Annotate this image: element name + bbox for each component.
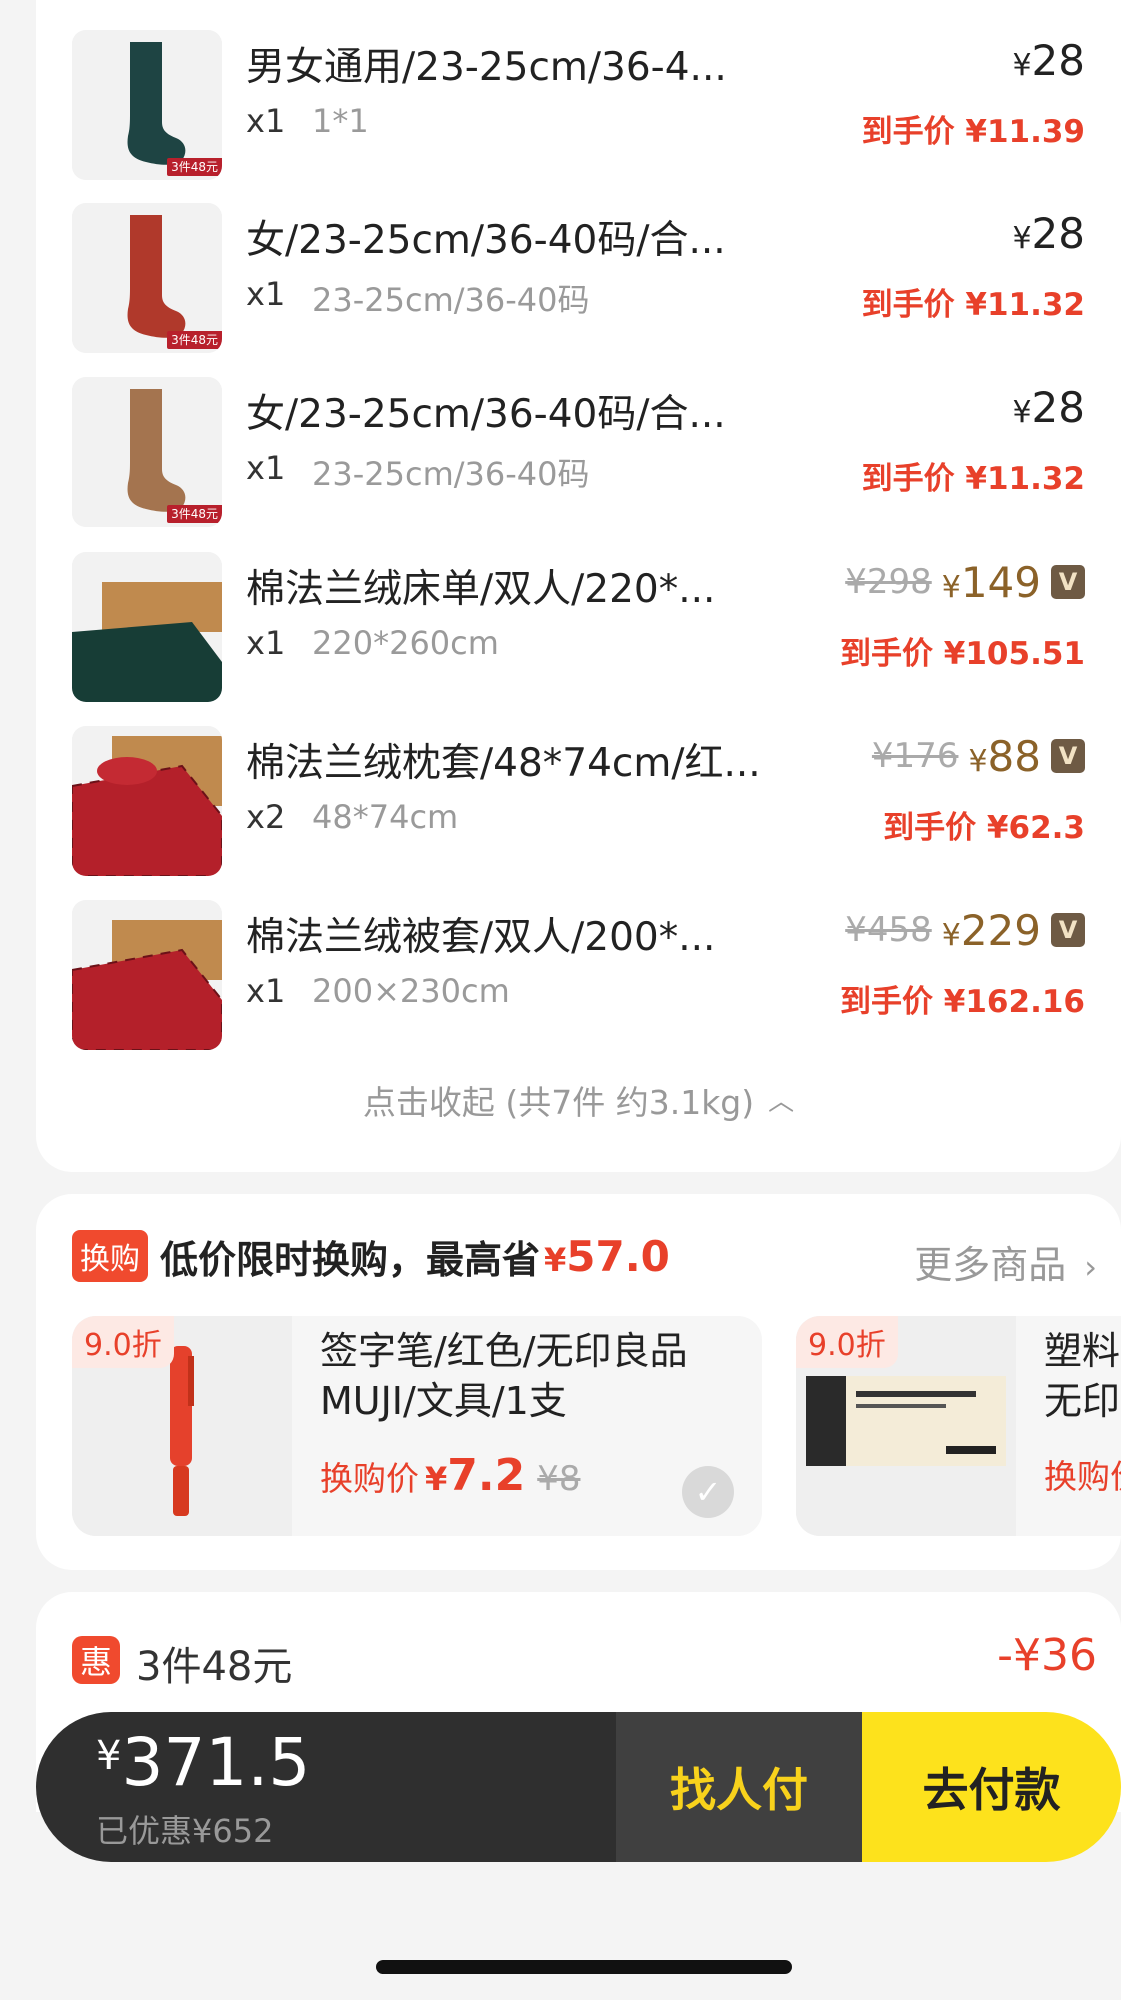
item-price: ¥149 [941, 557, 1041, 607]
item-spec: 48*74cm [312, 798, 459, 836]
collapse-label: 点击收起 (共7件 约3.1kg) [362, 1083, 755, 1122]
item-spec: 1*1 [312, 102, 369, 140]
discount-badge: 惠 [72, 1636, 120, 1684]
item-title: 女/23-25cm/36-40码/合... [246, 218, 726, 263]
collapse-toggle[interactable]: 点击收起 (共7件 约3.1kg) ︿ [36, 1076, 1121, 1124]
original-price: ¥298 [845, 562, 932, 602]
order-item[interactable]: 棉法兰绒被套/双人/200*... x1 200×230cm ¥458 ¥229… [72, 900, 1121, 1050]
product-thumbnail: 3件48元 [72, 203, 222, 353]
swap-price-label: 换购价 [320, 1459, 419, 1498]
item-title: 棉法兰绒枕套/48*74cm/红... [246, 741, 761, 786]
order-items-card: 3件48元 男女通用/23-25cm/36-4... x1 1*1 ¥28 到手… [36, 0, 1121, 1172]
item-price: ¥28 [1012, 208, 1085, 258]
vip-icon: V [1051, 739, 1085, 773]
original-price: ¥176 [871, 736, 959, 776]
item-spec: 23-25cm/36-40码 [312, 455, 590, 493]
swap-price-value: ¥7.2 [425, 1450, 526, 1501]
total-area: ¥371.5 已优惠¥652 [36, 1712, 616, 1862]
final-price: 到手价 ¥11.32 [861, 287, 1085, 323]
item-spec: 200×230cm [312, 972, 510, 1010]
swap-headline: 低价限时换购，最高省 [160, 1237, 541, 1282]
discount-amount: -¥36 [997, 1630, 1097, 1681]
item-spec: 23-25cm/36-40码 [312, 281, 590, 319]
discount-label: 3件48元 [136, 1644, 293, 1690]
swap-badge: 换购 [72, 1230, 148, 1282]
promo-tag: 3件48元 [167, 505, 222, 523]
original-price: ¥458 [845, 910, 932, 950]
swap-max-saving: ¥57.0 [544, 1231, 670, 1281]
product-thumbnail [72, 726, 222, 876]
price-line: ¥458 ¥229 V [845, 904, 1085, 956]
item-spec: 220*260cm [312, 624, 499, 662]
final-price: 到手价 ¥11.32 [861, 461, 1085, 497]
more-products-link[interactable]: 更多商品 › [914, 1234, 1097, 1289]
item-price: ¥229 [941, 905, 1041, 955]
item-qty: x2 [246, 798, 286, 836]
price-line: ¥28 [1012, 207, 1085, 259]
checkout-page: 3件48元 男女通用/23-25cm/36-4... x1 1*1 ¥28 到手… [0, 0, 1121, 2000]
saved-amount: 已优惠¥652 [96, 1812, 274, 1850]
chevron-up-icon: ︿ [768, 1087, 795, 1117]
final-price: 到手价 ¥11.39 [861, 114, 1085, 150]
chevron-right-icon: › [1084, 1248, 1097, 1286]
product-thumbnail: 3件48元 [72, 30, 222, 180]
final-price: 到手价 ¥62.3 [883, 810, 1085, 846]
more-products-label: 更多商品 [914, 1243, 1067, 1287]
vip-icon: V [1051, 565, 1085, 599]
swap-price-label: 换购价 [1044, 1457, 1121, 1496]
checkout-bar: ¥371.5 已优惠¥652 找人付 去付款 [36, 1712, 1121, 1862]
swap-item-title: 塑料橡皮/无印良品 [1044, 1329, 1121, 1423]
order-item[interactable]: 3件48元 女/23-25cm/36-40码/合... x1 23-25cm/3… [72, 203, 1121, 353]
price-line: ¥298 ¥149 V [845, 556, 1085, 608]
swap-header: 换购 低价限时换购，最高省 ¥57.0 [72, 1230, 670, 1282]
swap-item[interactable]: 9.0折 签字笔/红色/无印良品 MUJI/文具/1支 换购价 ¥7.2 ¥8 ✓ [72, 1316, 762, 1536]
item-price: ¥88 [968, 731, 1041, 781]
item-qty: x1 [246, 972, 286, 1010]
swap-price: 换购价 ¥7.2 ¥8 [320, 1450, 580, 1501]
item-qty: x1 [246, 449, 286, 487]
order-item[interactable]: 3件48元 女/23-25cm/36-40码/合... x1 23-25cm/3… [72, 377, 1121, 527]
item-title: 女/23-25cm/36-40码/合... [246, 392, 726, 437]
item-price: ¥28 [1012, 35, 1085, 85]
final-price: 到手价 ¥105.51 [840, 636, 1085, 672]
total-price: ¥371.5 [96, 1724, 311, 1801]
vip-icon: V [1051, 913, 1085, 947]
item-price: ¥28 [1012, 382, 1085, 432]
price-line: ¥28 [1012, 34, 1085, 86]
friend-pay-button[interactable]: 找人付 [616, 1712, 862, 1862]
promo-tag: 3件48元 [167, 331, 222, 349]
product-thumbnail [72, 900, 222, 1050]
discount-badge: 9.0折 [72, 1316, 174, 1368]
order-item[interactable]: 棉法兰绒床单/双人/220*... x1 220*260cm ¥298 ¥149… [72, 552, 1121, 702]
item-title: 棉法兰绒被套/双人/200*... [246, 915, 716, 960]
swap-item-title: 签字笔/红色/无印良品 MUJI/文具/1支 [320, 1329, 688, 1423]
order-item[interactable]: 棉法兰绒枕套/48*74cm/红... x2 48*74cm ¥176 ¥88 … [72, 726, 1121, 876]
price-line: ¥176 ¥88 V [872, 730, 1085, 782]
select-checkbox[interactable]: ✓ [682, 1466, 734, 1518]
item-title: 棉法兰绒床单/双人/220*... [246, 567, 716, 612]
swap-price: 换购价 [1044, 1450, 1121, 1498]
item-qty: x1 [246, 102, 286, 140]
product-thumbnail: 3件48元 [72, 377, 222, 527]
swap-item[interactable]: 9.0折 塑料橡皮/无印良品 换购价 [796, 1316, 1121, 1536]
order-item[interactable]: 3件48元 男女通用/23-25cm/36-4... x1 1*1 ¥28 到手… [72, 30, 1121, 180]
item-qty: x1 [246, 624, 286, 662]
price-line: ¥28 [1012, 381, 1085, 433]
pay-button[interactable]: 去付款 [862, 1712, 1121, 1862]
item-qty: x1 [246, 275, 286, 313]
swap-orig-price: ¥8 [537, 1459, 581, 1499]
item-title: 男女通用/23-25cm/36-4... [246, 45, 727, 90]
swap-purchase-card: 换购 低价限时换购，最高省 ¥57.0 更多商品 › 9.0折 签字笔/红色/无印… [36, 1194, 1121, 1570]
promo-tag: 3件48元 [167, 158, 222, 176]
discount-badge: 9.0折 [796, 1316, 898, 1368]
home-indicator[interactable] [376, 1960, 792, 1974]
final-price: 到手价 ¥162.16 [840, 984, 1085, 1020]
product-thumbnail [72, 552, 222, 702]
